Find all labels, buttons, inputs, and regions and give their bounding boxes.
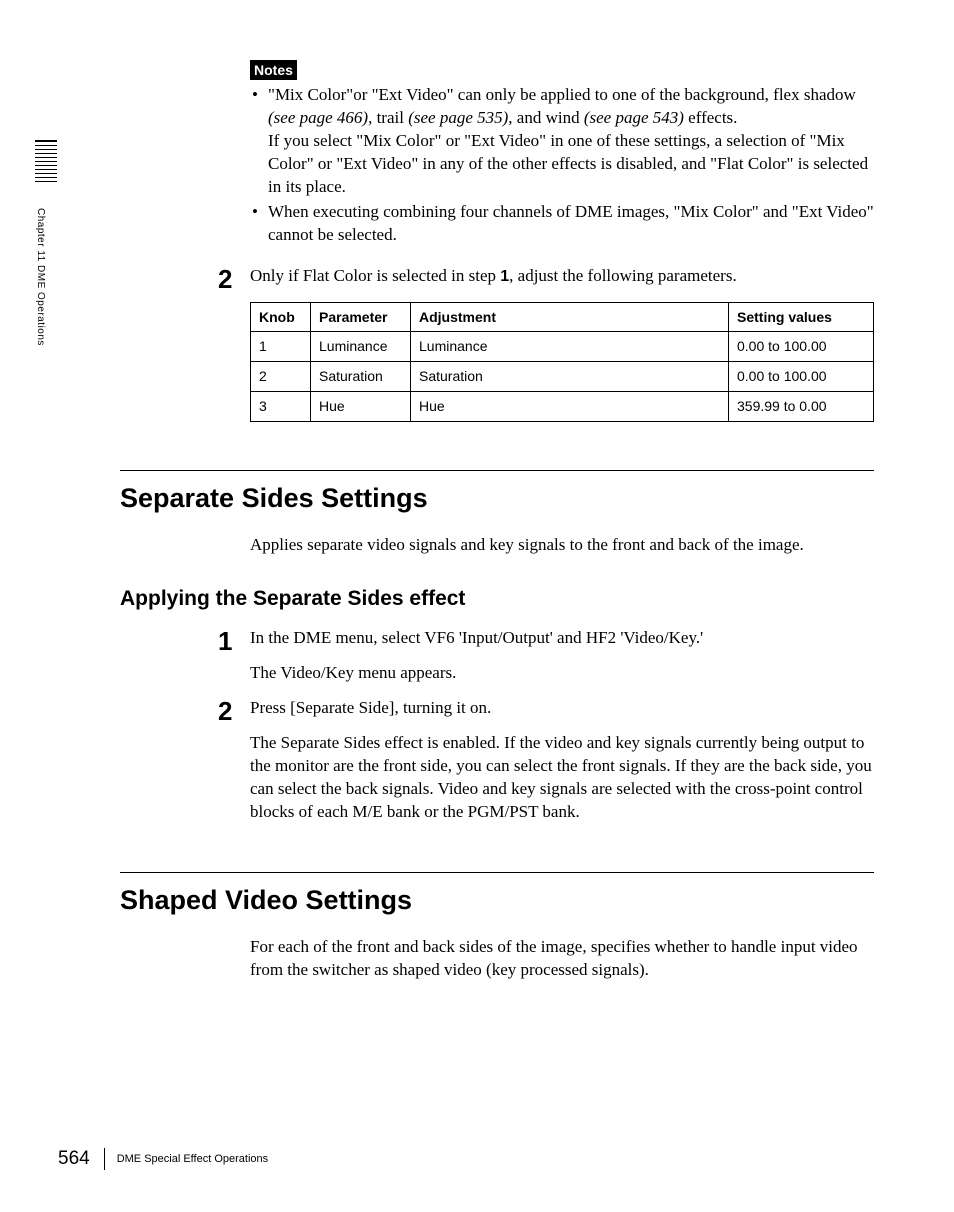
th-setting: Setting values	[729, 302, 874, 332]
table-row: 2 Saturation Saturation 0.00 to 100.00	[251, 362, 874, 392]
td: 3	[251, 392, 311, 422]
td: Luminance	[411, 332, 729, 362]
td: Luminance	[311, 332, 411, 362]
section-rule	[120, 872, 874, 873]
section-rule	[120, 470, 874, 471]
page-ref: (see page 466)	[268, 108, 368, 127]
notes-label: Notes	[250, 60, 297, 80]
notes-item: When executing combining four channels o…	[250, 201, 874, 247]
th-adjustment: Adjustment	[411, 302, 729, 332]
parameter-table: Knob Parameter Adjustment Setting values…	[250, 302, 874, 423]
td: Hue	[411, 392, 729, 422]
table-row: 3 Hue Hue 359.99 to 0.00	[251, 392, 874, 422]
notes-text: , trail	[368, 108, 408, 127]
notes-text: , and wind	[508, 108, 584, 127]
footer-section-title: DME Special Effect Operations	[117, 1153, 268, 1165]
table-row: 1 Luminance Luminance 0.00 to 100.00	[251, 332, 874, 362]
step-result: The Video/Key menu appears.	[250, 662, 874, 685]
step-number: 2	[218, 697, 250, 726]
td: 2	[251, 362, 311, 392]
section-heading: Separate Sides Settings	[120, 483, 874, 514]
sidebar-chapter-label: Chapter 11 DME Operations	[35, 208, 46, 346]
table-header-row: Knob Parameter Adjustment Setting values	[251, 302, 874, 332]
step-row: 2 Only if Flat Color is selected in step…	[218, 265, 874, 423]
step-row: 2 Press [Separate Side], turning it on. …	[218, 697, 874, 824]
notes-text: effects.	[684, 108, 738, 127]
sidebar-decoration	[35, 140, 57, 200]
step-text: In the DME menu, select VF6 'Input/Outpu…	[250, 628, 703, 647]
step-result: The Separate Sides effect is enabled. If…	[250, 732, 874, 824]
section-heading: Shaped Video Settings	[120, 885, 874, 916]
section-separate-sides: Separate Sides Settings Applies separate…	[120, 470, 874, 824]
td: Saturation	[411, 362, 729, 392]
th-parameter: Parameter	[311, 302, 411, 332]
section-shaped-video: Shaped Video Settings For each of the fr…	[120, 872, 874, 982]
step-text: Press [Separate Side], turning it on.	[250, 698, 491, 717]
notes-text: "Mix Color"or "Ext Video" can only be ap…	[268, 85, 856, 104]
section-intro: For each of the front and back sides of …	[250, 936, 874, 982]
section-subheading: Applying the Separate Sides effect	[120, 585, 874, 613]
notes-list: "Mix Color"or "Ext Video" can only be ap…	[250, 84, 874, 247]
step-number: 1	[218, 627, 250, 656]
step-ref-bold: 1	[500, 268, 509, 285]
footer-divider	[104, 1148, 105, 1170]
td: 1	[251, 332, 311, 362]
notes-item: "Mix Color"or "Ext Video" can only be ap…	[250, 84, 874, 199]
td: 359.99 to 0.00	[729, 392, 874, 422]
sidebar-tab: Chapter 11 DME Operations	[35, 140, 57, 460]
td: 0.00 to 100.00	[729, 332, 874, 362]
page-number: 564	[58, 1148, 90, 1170]
th-knob: Knob	[251, 302, 311, 332]
step-number: 2	[218, 265, 250, 294]
step-row: 1 In the DME menu, select VF6 'Input/Out…	[218, 627, 874, 685]
page-ref: (see page 535)	[408, 108, 508, 127]
notes-text: When executing combining four channels o…	[268, 202, 874, 244]
page-footer: 564 DME Special Effect Operations	[58, 1148, 268, 1170]
step-text-post: , adjust the following parameters.	[509, 266, 737, 285]
notes-continuation: If you select "Mix Color" or "Ext Video"…	[268, 131, 868, 196]
page-ref: (see page 543)	[584, 108, 684, 127]
step-text-pre: Only if Flat Color is selected in step	[250, 266, 500, 285]
section-intro: Applies separate video signals and key s…	[250, 534, 874, 557]
td: Hue	[311, 392, 411, 422]
td: Saturation	[311, 362, 411, 392]
td: 0.00 to 100.00	[729, 362, 874, 392]
